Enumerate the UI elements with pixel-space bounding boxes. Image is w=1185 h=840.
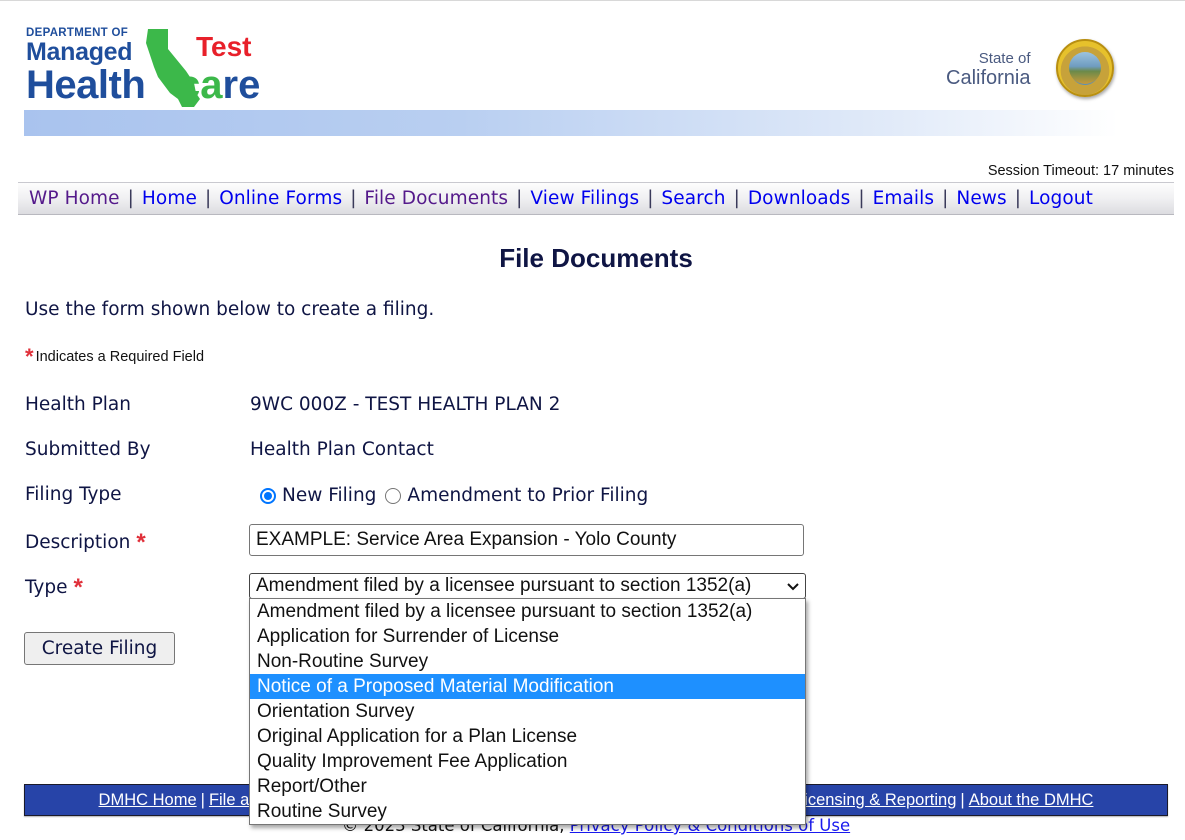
logo-care-suffix: re	[222, 63, 261, 107]
create-filing-button[interactable]: Create Filing	[24, 632, 175, 665]
nav-separator: |	[858, 188, 865, 209]
nav-separator: |	[516, 188, 523, 209]
footer-separator: |	[960, 791, 965, 809]
nav-item-downloads[interactable]: Downloads	[748, 188, 851, 209]
nav-separator: |	[127, 188, 134, 209]
nav-separator: |	[350, 188, 357, 209]
type-option[interactable]: Report/Other	[250, 774, 805, 799]
type-option[interactable]: Non-Routine Survey	[250, 649, 805, 674]
nav-item-home[interactable]: Home	[142, 188, 197, 209]
type-dropdown-list[interactable]: Amendment filed by a licensee pursuant t…	[249, 598, 806, 825]
nav-separator: |	[1014, 188, 1021, 209]
dmhc-logo[interactable]: DEPARTMENT OF Managed Health care Test	[26, 27, 266, 111]
type-option[interactable]: Application for Surrender of License	[250, 624, 805, 649]
nav-separator: |	[647, 188, 654, 209]
submitted-by-value: Health Plan Contact	[250, 439, 434, 460]
nav-item-online-forms[interactable]: Online Forms	[219, 188, 342, 209]
page-title: File Documents	[499, 243, 693, 273]
description-input[interactable]	[249, 524, 804, 556]
header-banner	[24, 110, 1118, 136]
type-option[interactable]: Routine Survey	[250, 799, 805, 824]
type-option[interactable]: Original Application for a Plan License	[250, 724, 805, 749]
type-select-value: Amendment filed by a licensee pursuant t…	[256, 575, 752, 596]
health-plan-value: 9WC 000Z - TEST HEALTH PLAN 2	[250, 394, 561, 415]
nav-separator: |	[733, 188, 740, 209]
nav-separator: |	[204, 188, 212, 209]
nav-item-file-documents[interactable]: File Documents	[364, 188, 508, 209]
description-label: Description *	[25, 529, 146, 557]
nav-separator: |	[942, 188, 949, 209]
footer-separator: |	[200, 791, 205, 809]
california-label: California	[946, 67, 1031, 89]
required-star-icon: *	[136, 529, 146, 556]
california-seal-icon	[1056, 39, 1114, 97]
radio-new-filing[interactable]: New Filing	[260, 485, 376, 506]
health-plan-label: Health Plan	[25, 394, 131, 415]
footer-link-about-dmhc[interactable]: About the DMHC	[969, 791, 1094, 809]
description-label-text: Description	[25, 532, 131, 553]
nav-item-view-filings[interactable]: View Filings	[530, 188, 639, 209]
type-label-text: Type	[25, 577, 68, 598]
submitted-by-label: Submitted By	[25, 439, 151, 460]
radio-new-filing-label[interactable]: New Filing	[282, 485, 376, 506]
filing-type-label: Filing Type	[25, 484, 122, 505]
type-option[interactable]: Notice of a Proposed Material Modificati…	[250, 674, 805, 699]
required-note-text: Indicates a Required Field	[35, 349, 205, 365]
type-option[interactable]: Orientation Survey	[250, 699, 805, 724]
top-nav: WP Home | Home | Online Forms | File Documents…	[18, 182, 1174, 215]
type-option[interactable]: Amendment filed by a licensee pursuant t…	[250, 599, 805, 624]
nav-item-logout[interactable]: Logout	[1029, 188, 1093, 209]
required-note: * Indicates a Required Field	[25, 344, 204, 370]
type-label: Type *	[25, 574, 83, 602]
radio-new-filing-button[interactable]	[260, 487, 276, 504]
required-star-icon: *	[25, 344, 34, 369]
radio-amendment[interactable]: Amendment to Prior Filing	[385, 485, 648, 506]
logo-care-text: care	[178, 63, 260, 108]
test-badge: Test	[196, 31, 252, 62]
logo-care-prefix: ca	[178, 63, 223, 107]
footer-link-dmhc-home[interactable]: DMHC Home	[99, 791, 197, 809]
state-of-label: State of	[978, 50, 1031, 67]
chevron-down-icon	[787, 583, 799, 591]
logo-health-text: Health	[26, 63, 146, 107]
filing-type-radio-group: New Filing Amendment to Prior Filing	[260, 485, 657, 506]
nav-item-wp-home[interactable]: WP Home	[29, 188, 120, 209]
footer-link-licensing-reporting[interactable]: Licensing & Reporting	[795, 791, 956, 809]
radio-amendment-label[interactable]: Amendment to Prior Filing	[407, 485, 648, 506]
state-of-california-text: State of California	[946, 50, 1031, 90]
radio-amendment-button[interactable]	[385, 487, 402, 504]
nav-item-emails[interactable]: Emails	[873, 188, 935, 209]
required-star-icon: *	[73, 574, 83, 601]
type-select[interactable]: Amendment filed by a licensee pursuant t…	[249, 573, 806, 599]
site-header: DEPARTMENT OF Managed Health care Test S…	[24, 1, 1118, 137]
nav-item-news[interactable]: News	[956, 188, 1006, 209]
intro-text: Use the form shown below to create a fil…	[25, 299, 435, 320]
session-timeout: Session Timeout: 17 minutes	[987, 163, 1174, 179]
type-option[interactable]: Quality Improvement Fee Application	[250, 749, 805, 774]
nav-item-search[interactable]: Search	[661, 188, 725, 209]
